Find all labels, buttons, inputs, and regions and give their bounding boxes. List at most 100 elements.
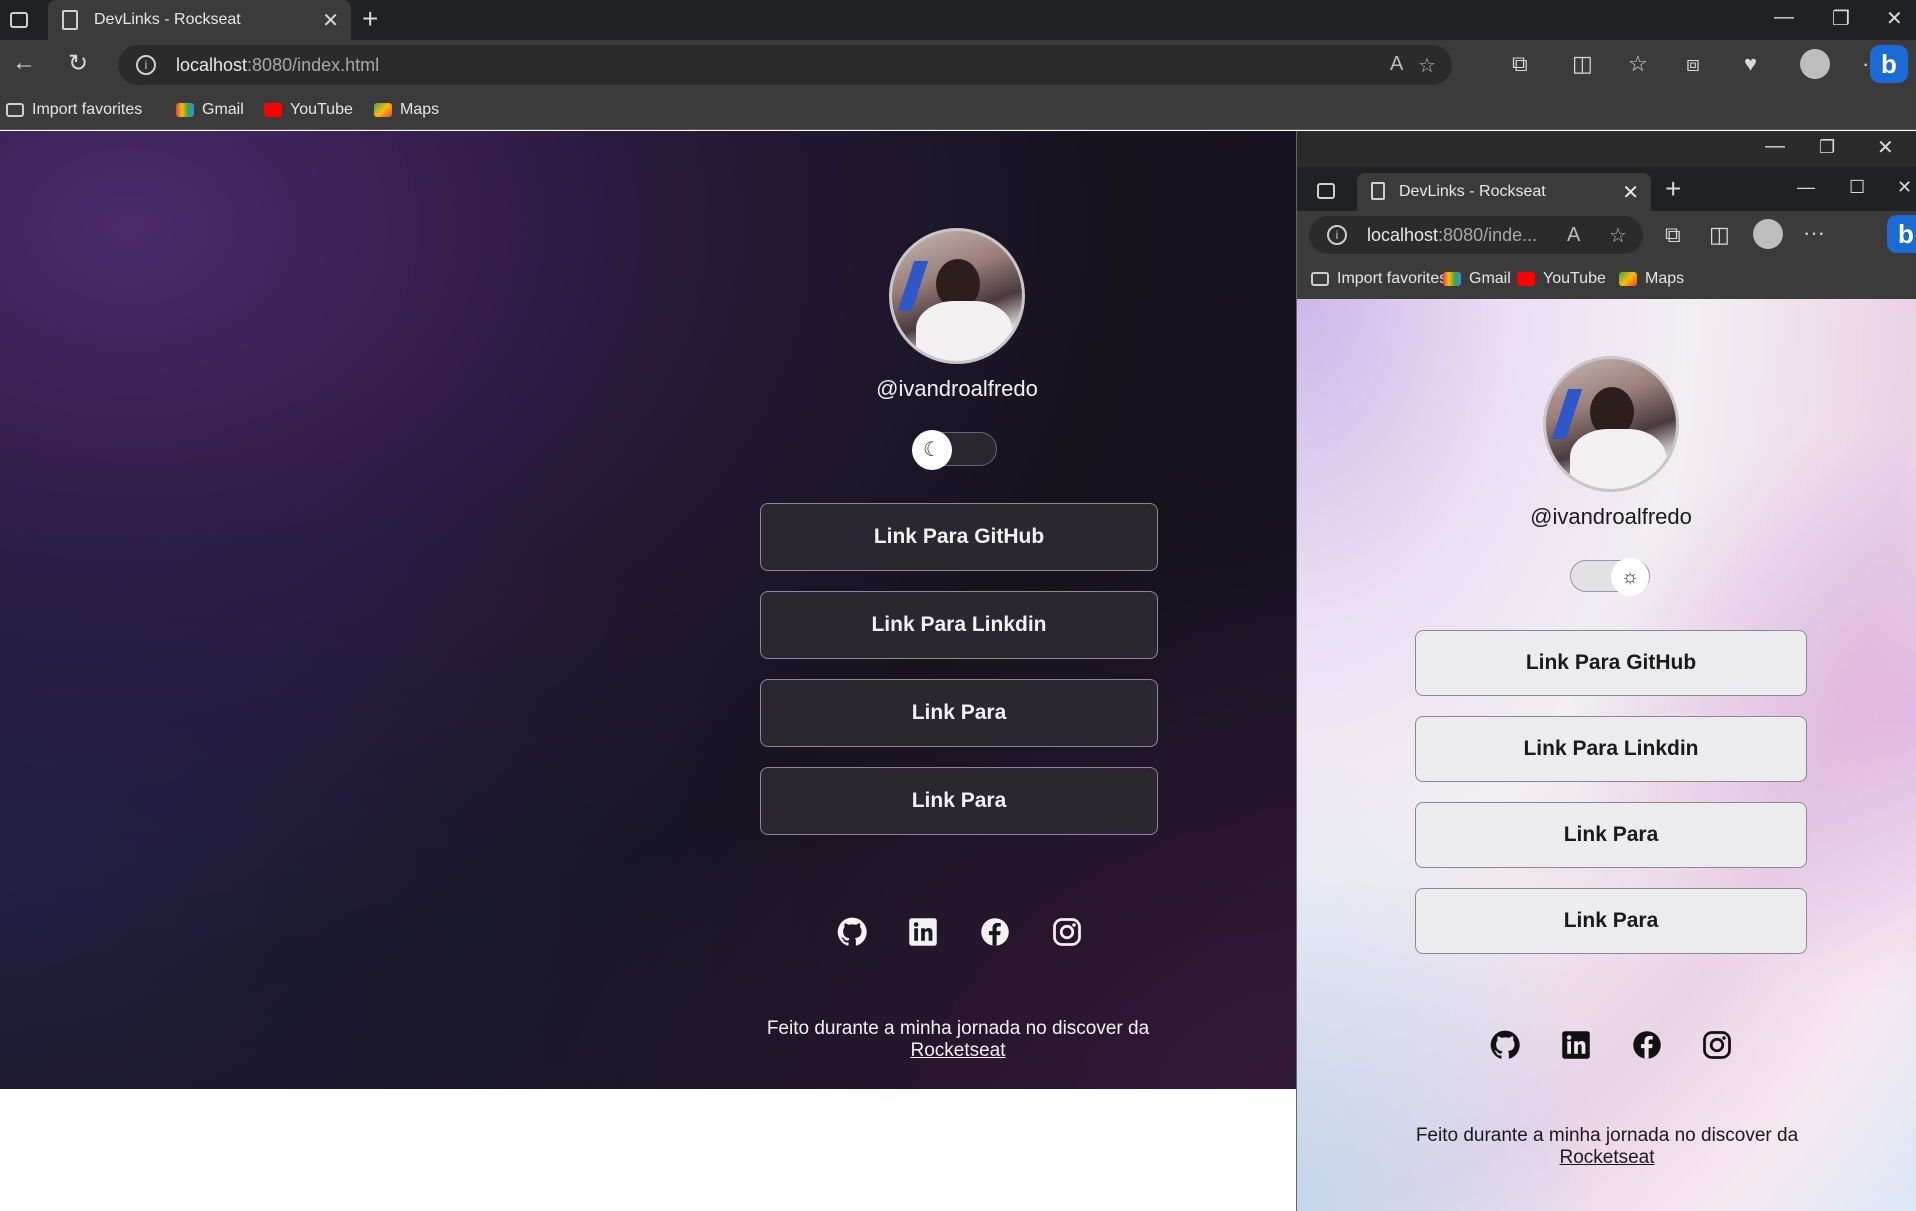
link-github-button[interactable]: Link Para GitHub (1415, 630, 1807, 696)
new-tab-icon[interactable]: + (362, 3, 378, 35)
dark-page-content: @ivandroalfredo ☾ Link Para GitHub Link … (0, 131, 1296, 1089)
inner-minimize-icon[interactable]: — (1797, 177, 1815, 198)
bookmarks-bar: Import favorites Gmail YouTube Maps (0, 90, 1916, 130)
bing-copilot-icon[interactable]: b (1870, 45, 1908, 83)
extensions-icon[interactable]: ⧉ (1665, 222, 1681, 248)
rocketseat-link[interactable]: Rocketseat (1559, 1147, 1654, 1168)
bookmark-import-favorites[interactable]: Import favorites (1311, 270, 1447, 288)
extensions-icon[interactable]: ⧉ (1512, 51, 1528, 77)
outer-title-bar: — ❐ ✕ (1297, 131, 1916, 167)
tab-title: DevLinks - Rockseat (1399, 183, 1546, 200)
tab-bar: DevLinks - Rockseat ✕ + — ☐ ✕ (1297, 167, 1916, 211)
refresh-icon[interactable]: ↻ (68, 49, 88, 78)
sun-icon: ☼ (1611, 558, 1649, 596)
youtube-icon (1517, 272, 1535, 286)
link-button-3[interactable]: Link Para (760, 679, 1158, 747)
bookmark-import-favorites[interactable]: Import favorites (6, 101, 142, 119)
gmail-icon (1443, 272, 1461, 286)
username: @ivandroalfredo (1530, 504, 1692, 529)
link-button-4[interactable]: Link Para (1415, 888, 1807, 954)
profile-icon[interactable] (1753, 219, 1783, 249)
bookmark-gmail[interactable]: Gmail (176, 101, 244, 119)
facebook-icon[interactable] (1632, 1030, 1662, 1060)
favorites-icon[interactable]: ☆ (1628, 51, 1648, 77)
collections-icon[interactable]: ⧈ (1686, 51, 1700, 77)
bookmark-maps[interactable]: Maps (374, 101, 439, 119)
tab-active[interactable]: DevLinks - Rockseat ✕ (1357, 173, 1651, 211)
tab-actions-icon[interactable] (10, 12, 28, 28)
profile-section: @ivandroalfredo ☼ Link Para GitHub Link … (1297, 299, 1916, 1211)
username: @ivandroalfredo (876, 376, 1038, 401)
info-icon[interactable]: i (136, 55, 156, 75)
bookmark-maps[interactable]: Maps (1619, 270, 1684, 288)
page-icon (1371, 182, 1385, 200)
light-page-content: @ivandroalfredo ☼ Link Para GitHub Link … (1297, 299, 1916, 1211)
minimize-icon[interactable]: — (1774, 6, 1794, 29)
maps-icon (1619, 272, 1637, 286)
link-button-4[interactable]: Link Para (760, 767, 1158, 835)
link-github-button[interactable]: Link Para GitHub (760, 503, 1158, 571)
bookmark-youtube[interactable]: YouTube (264, 101, 353, 119)
address-bar[interactable]: i localhost:8080/inde... A ☆ (1309, 216, 1643, 254)
linkedin-icon[interactable] (908, 917, 938, 947)
url-text: localhost:8080/inde... (1367, 225, 1538, 245)
browser-toolbar: i localhost:8080/inde... A ☆ ⧉ ◫ ··· b (1297, 211, 1916, 259)
moon-icon: ☾ (912, 430, 952, 470)
profile-section: @ivandroalfredo ☾ Link Para GitHub Link … (0, 131, 1296, 1089)
inner-restore-icon[interactable]: ☐ (1849, 177, 1865, 198)
back-icon[interactable]: ← (12, 49, 36, 77)
close-tab-icon[interactable]: ✕ (322, 8, 339, 33)
split-screen-icon[interactable]: ◫ (1572, 51, 1593, 77)
favorite-star-icon[interactable]: ☆ (1609, 223, 1627, 248)
github-icon[interactable] (1490, 1030, 1520, 1060)
bing-copilot-icon[interactable]: b (1887, 215, 1916, 253)
link-button-3[interactable]: Link Para (1415, 802, 1807, 868)
tab-active[interactable]: DevLinks - Rockseat ✕ (48, 0, 351, 40)
maps-icon (374, 103, 392, 117)
facebook-icon[interactable] (980, 917, 1010, 947)
more-options-icon[interactable]: ··· (1803, 220, 1825, 246)
inner-close-icon[interactable]: ✕ (1897, 177, 1912, 198)
instagram-icon[interactable] (1702, 1030, 1732, 1060)
footer-text: Feito durante a minha jornada no discove… (766, 1018, 1150, 1039)
read-aloud-icon[interactable]: A (1567, 224, 1580, 247)
footer: Feito durante a minha jornada no discove… (648, 1018, 1268, 1062)
linkedin-icon[interactable] (1561, 1030, 1591, 1060)
minimize-icon[interactable]: — (1765, 135, 1785, 158)
instagram-icon[interactable] (1052, 917, 1082, 947)
link-linkedin-button[interactable]: Link Para Linkdin (760, 591, 1158, 659)
browser-toolbar: ← ↻ i localhost:8080/index.html A ☆ ⧉ ◫ … (0, 40, 1916, 90)
url-text: localhost:8080/index.html (176, 55, 380, 75)
footer: Feito durante a minha jornada no discove… (1297, 1125, 1916, 1169)
rocketseat-link[interactable]: Rocketseat (910, 1040, 1005, 1061)
browser-essentials-icon[interactable]: ♥ (1744, 51, 1757, 77)
profile-icon[interactable] (1800, 49, 1830, 79)
close-window-icon[interactable]: ✕ (1886, 6, 1903, 31)
theme-toggle[interactable]: ☼ (1570, 558, 1650, 596)
info-icon[interactable]: i (1327, 225, 1347, 245)
new-tab-icon[interactable]: + (1665, 173, 1681, 205)
tab-actions-icon[interactable] (1317, 183, 1335, 199)
tab-title: DevLinks - Rockseat (94, 11, 241, 28)
split-screen-icon[interactable]: ◫ (1709, 222, 1730, 248)
bookmark-gmail[interactable]: Gmail (1443, 270, 1511, 288)
import-icon (6, 103, 24, 117)
read-aloud-icon[interactable]: A (1390, 53, 1403, 76)
gmail-icon (176, 103, 194, 117)
bookmark-youtube[interactable]: YouTube (1517, 270, 1606, 288)
github-icon[interactable] (837, 917, 867, 947)
import-icon (1311, 272, 1329, 286)
restore-icon[interactable]: ❐ (1832, 6, 1850, 31)
tab-bar: DevLinks - Rockseat ✕ + — ❐ ✕ (0, 0, 1916, 40)
restore-icon[interactable]: ❐ (1819, 137, 1835, 158)
page-icon (62, 10, 78, 30)
footer-text: Feito durante a minha jornada no discove… (1415, 1125, 1799, 1146)
close-window-icon[interactable]: ✕ (1877, 135, 1894, 160)
avatar (1543, 356, 1679, 492)
link-linkedin-button[interactable]: Link Para Linkdin (1415, 716, 1807, 782)
bookmarks-bar: Import favorites Gmail YouTube Maps (1297, 259, 1916, 299)
address-bar[interactable]: i localhost:8080/index.html A ☆ (118, 45, 1452, 85)
theme-toggle[interactable]: ☾ (912, 430, 997, 470)
close-tab-icon[interactable]: ✕ (1622, 180, 1639, 205)
favorite-star-icon[interactable]: ☆ (1418, 53, 1436, 78)
